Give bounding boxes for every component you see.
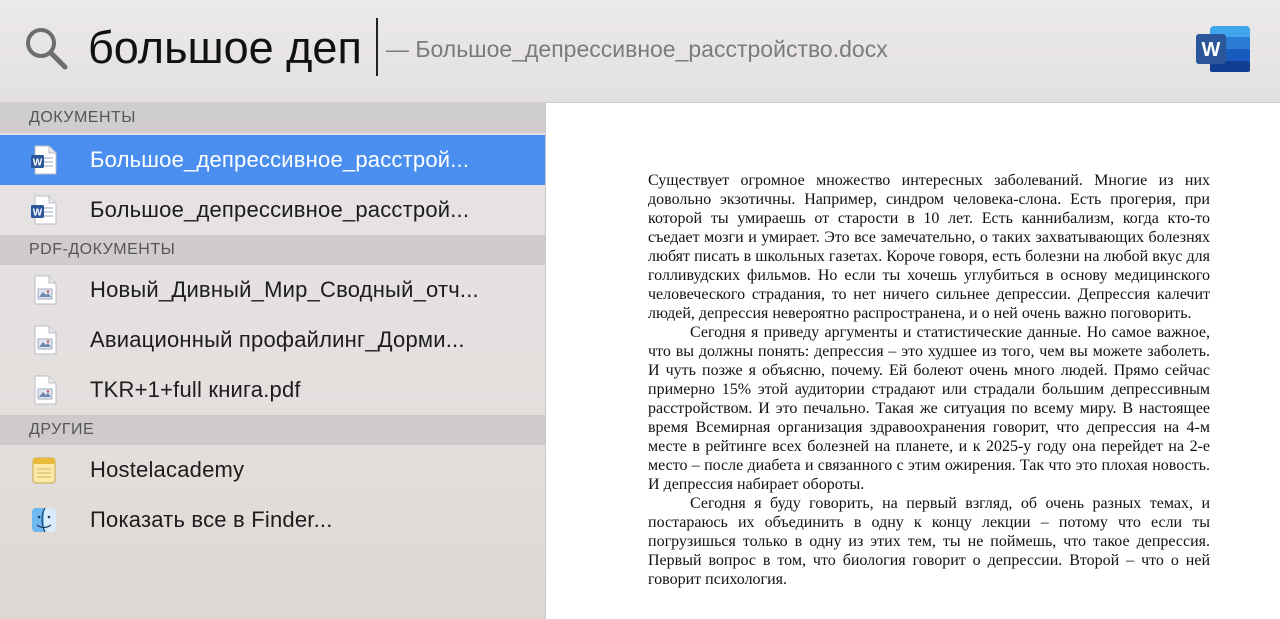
document-paragraph: Существует огромное множество интересных… [648, 172, 1210, 322]
result-item[interactable]: Hostelacademy [0, 445, 545, 495]
svg-text:W: W [1202, 39, 1221, 61]
pdf-document-icon [34, 275, 57, 305]
word-document-icon: W [31, 145, 57, 175]
document-paragraph: Сегодня я буду говорить, на первый взгля… [648, 495, 1210, 588]
result-item-label: Большое_депрессивное_расстрой... [90, 147, 470, 172]
svg-text:W: W [33, 208, 43, 219]
word-document-icon: W [31, 195, 57, 225]
document-paragraph: Сегодня я приведу аргументы и статистиче… [648, 324, 1210, 493]
result-item[interactable]: Новый_Дивный_Мир_Сводный_отч... [0, 265, 545, 315]
search-input[interactable]: большое деп [88, 22, 362, 74]
result-item[interactable]: W Большое_депрессивное_расстрой... [0, 185, 545, 235]
result-item-label: Авиационный профайлинг_Дорми... [90, 327, 465, 352]
pdf-document-icon [34, 325, 57, 355]
document-preview: Существует огромное множество интересных… [546, 103, 1280, 619]
text-caret [376, 18, 378, 76]
result-item[interactable]: TKR+1+full книга.pdf [0, 365, 545, 415]
document-text: Существует огромное множество интересных… [648, 171, 1210, 589]
section-header-pdf-documents: PDF-ДОКУМЕНТЫ [0, 235, 545, 265]
show-all-in-finder[interactable]: Показать все в Finder... [0, 495, 545, 545]
section-header-documents: ДОКУМЕНТЫ [0, 103, 545, 133]
svg-text:W: W [33, 158, 43, 169]
result-item[interactable]: W Большое_депрессивное_расстрой... [0, 135, 545, 185]
microsoft-word-icon: W [1196, 26, 1250, 72]
pdf-document-icon [34, 375, 57, 405]
spotlight-search-bar: большое деп — Большое_депрессивное_расст… [0, 0, 1280, 103]
finder-icon [32, 507, 56, 533]
result-item-label: Большое_депрессивное_расстрой... [90, 197, 470, 222]
result-item[interactable]: Авиационный профайлинг_Дорми... [0, 315, 545, 365]
results-list: ДОКУМЕНТЫ W Большое_депрессивное_расстро… [0, 103, 546, 619]
section-header-other: ДРУГИЕ [0, 415, 545, 445]
top-hit-completion: — Большое_депрессивное_расстройство.docx [386, 36, 888, 62]
result-item-label: Hostelacademy [90, 457, 245, 482]
result-item-label: TKR+1+full книга.pdf [90, 377, 301, 402]
search-icon [26, 28, 68, 70]
result-item-label: Новый_Дивный_Мир_Сводный_отч... [90, 277, 479, 302]
result-item-label: Показать все в Finder... [90, 507, 333, 532]
notes-icon [32, 457, 56, 484]
